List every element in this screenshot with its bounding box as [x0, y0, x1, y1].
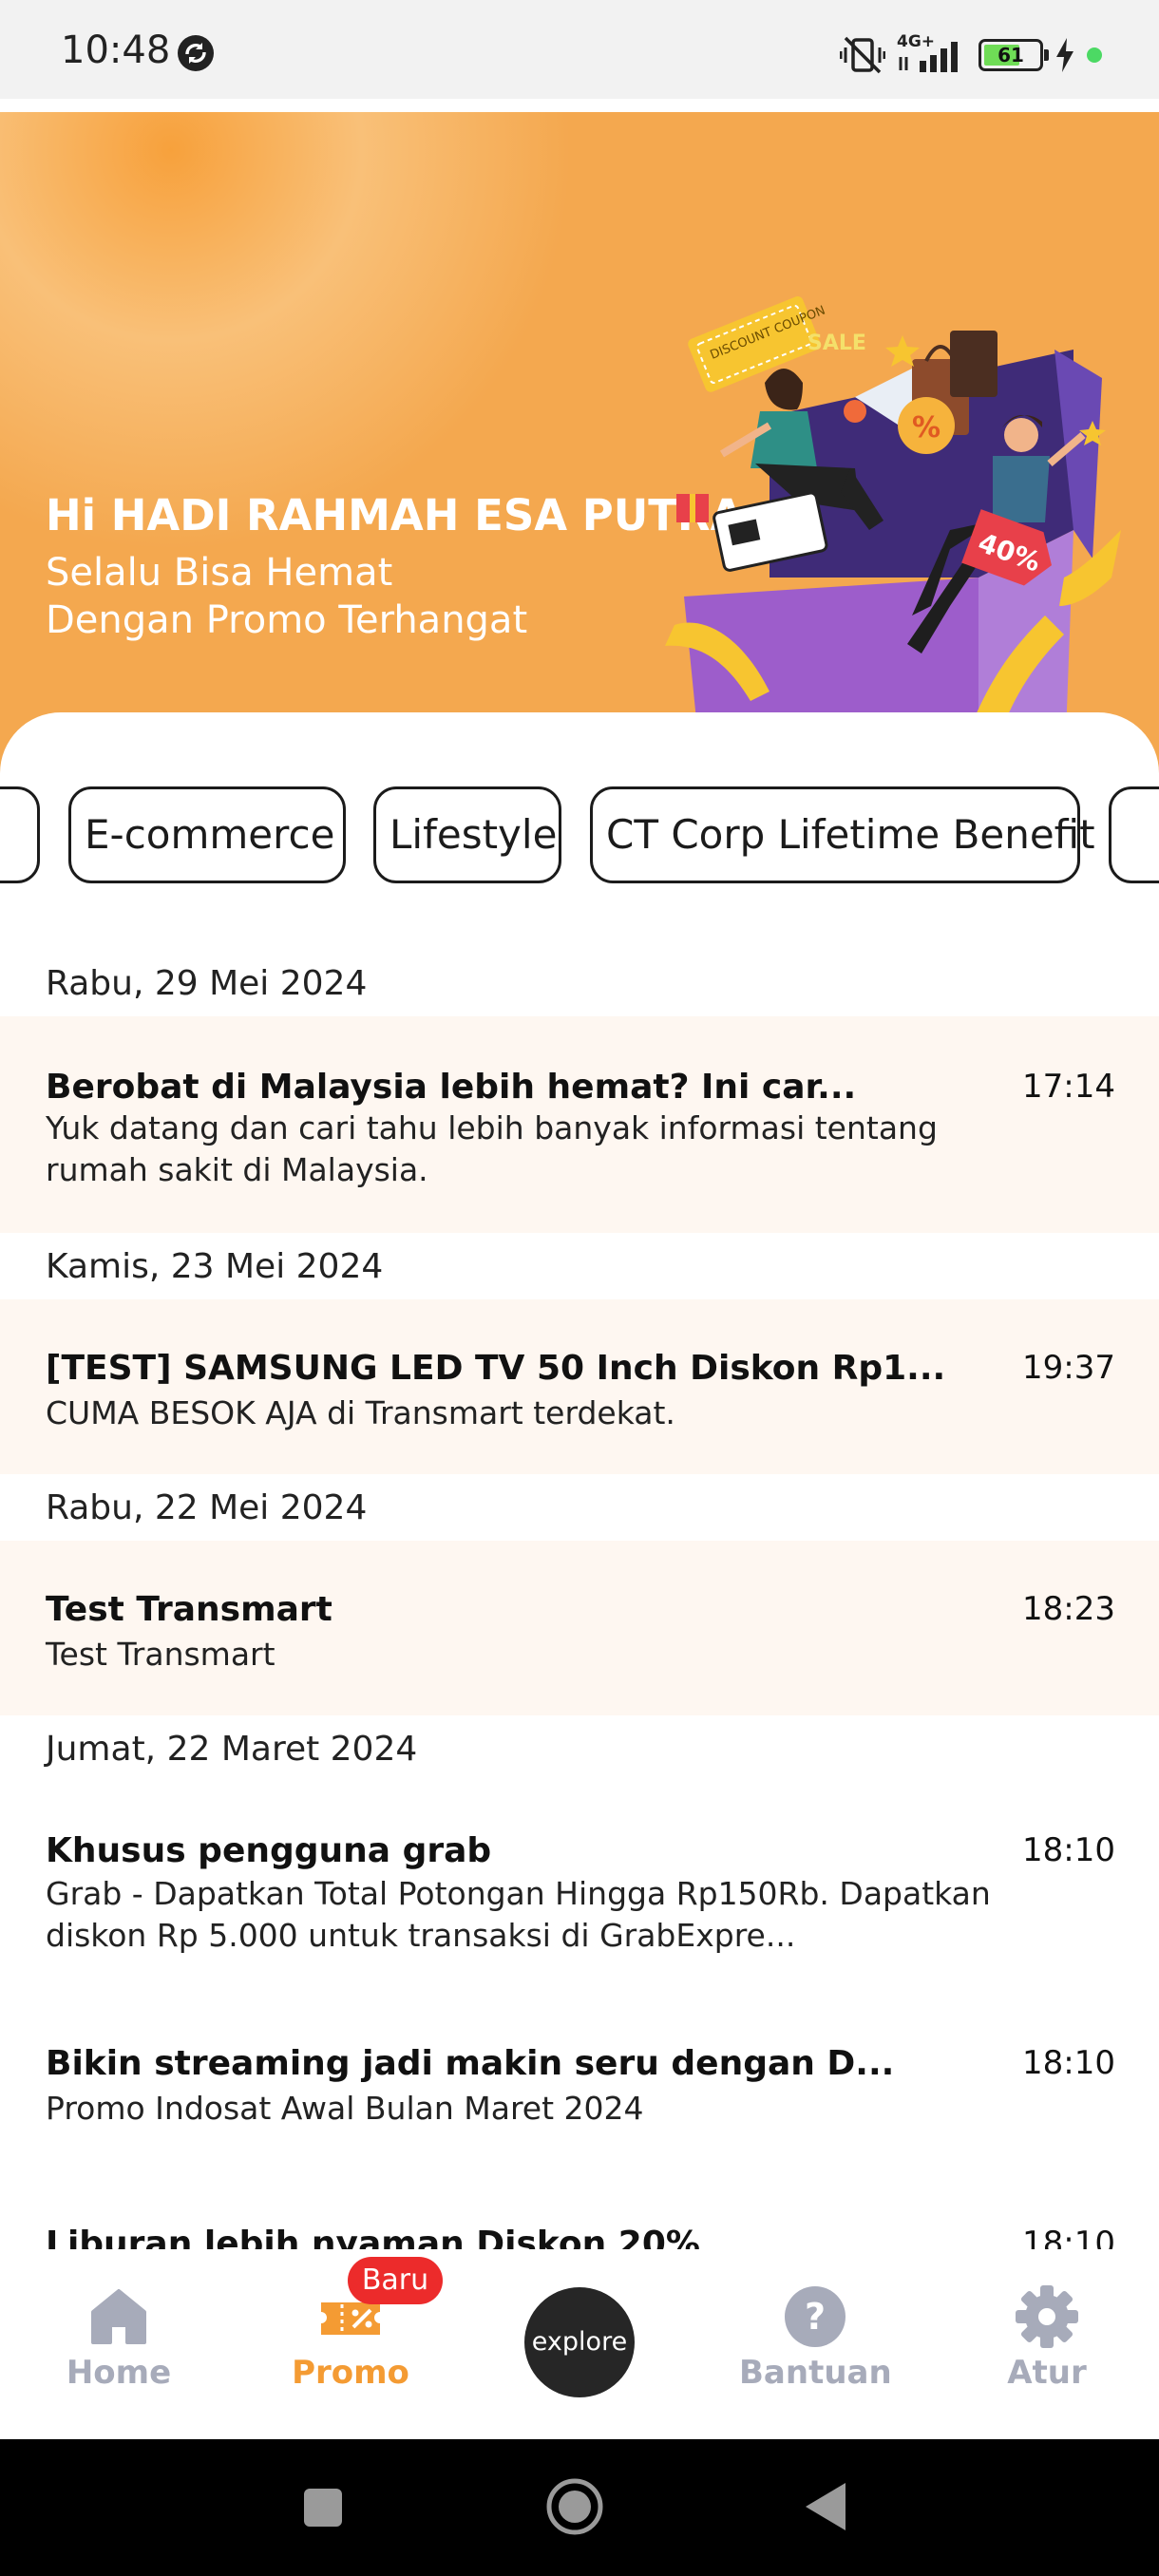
home-icon — [91, 2289, 146, 2344]
recent-apps-button[interactable] — [302, 2487, 344, 2529]
notification-title: Berobat di Malaysia lebih hemat? Ini car… — [46, 1068, 857, 1107]
signal-indicator: 4G+ — [897, 32, 967, 76]
date-header: Rabu, 22 Mei 2024 — [46, 1488, 368, 1527]
nav-home[interactable]: Home — [43, 2249, 195, 2439]
greeting-subtitle-line2: Dengan Promo Terhangat — [46, 598, 528, 642]
nav-help[interactable]: ? Bantuan — [739, 2249, 892, 2439]
notification-time: 18:23 — [1022, 1590, 1115, 1628]
notification-body: Test Transmart — [46, 1636, 276, 1673]
sync-icon — [178, 35, 214, 71]
category-chip-label: Lifestyle — [390, 811, 558, 858]
nav-help-label: Bantuan — [739, 2354, 892, 2392]
category-chip-lifestyle[interactable]: Lifestyle — [373, 786, 561, 883]
status-time: 10:48 — [61, 28, 171, 72]
notification-title: [TEST] SAMSUNG LED TV 50 Inch Diskon Rp1… — [46, 1349, 946, 1388]
notification-body: Promo Indosat Awal Bulan Maret 2024 — [46, 2090, 644, 2127]
battery-level: 61 — [998, 44, 1024, 66]
notification-time: 18:10 — [1022, 2225, 1115, 2249]
system-navigation-bar — [0, 2439, 1159, 2576]
notification-item[interactable]: Bikin streaming jadi makin seru dengan D… — [0, 2004, 1159, 2175]
notification-body: CUMA BESOK AJA di Transmart terdekat. — [46, 1394, 675, 1431]
notification-item[interactable]: Berobat di Malaysia lebih hemat? Ini car… — [0, 1016, 1159, 1233]
charging-icon — [1056, 38, 1074, 72]
nav-promo-label: Promo — [292, 2354, 409, 2392]
notification-time: 17:14 — [1022, 1068, 1115, 1106]
notification-title: Bikin streaming jadi makin seru dengan D… — [46, 2044, 895, 2083]
category-chip-ct-corp-lifetime-benefit[interactable]: CT Corp Lifetime Benefit — [590, 786, 1095, 883]
category-chip-ecommerce[interactable]: E-commerce — [68, 786, 346, 883]
notification-title: Khusus pengguna grab — [46, 1831, 492, 1870]
notification-time: 18:10 — [1022, 2044, 1115, 2082]
status-icons: 4G+ 61 — [840, 32, 1102, 76]
notification-body: Grab - Dapatkan Total Potongan Hingga Rp… — [46, 1875, 991, 1954]
category-chip-previous[interactable] — [0, 786, 40, 883]
category-filter-bar[interactable]: E-commerce Lifestyle CT Corp Lifetime Be… — [0, 786, 1159, 889]
nav-home-label: Home — [66, 2354, 172, 2392]
greeting-subtitle-line1: Selalu Bisa Hemat — [46, 551, 393, 595]
battery-icon: 61 — [978, 39, 1049, 71]
date-header: Rabu, 29 Mei 2024 — [46, 964, 368, 1003]
sale-text: SALE — [808, 331, 866, 355]
greeting-title: Hi HADI RAHMAH ESA PUTRA — [46, 490, 744, 540]
notification-item[interactable]: [TEST] SAMSUNG LED TV 50 Inch Diskon Rp1… — [0, 1299, 1159, 1474]
vibrate-off-icon — [840, 36, 885, 74]
privacy-indicator-dot — [1087, 47, 1102, 63]
notification-body: Yuk datang dan cari tahu lebih banyak in… — [46, 1109, 938, 1188]
notification-title: Test Transmart — [46, 1590, 332, 1629]
date-header: Jumat, 22 Maret 2024 — [46, 1730, 418, 1769]
category-chip-label: E-commerce — [85, 811, 335, 858]
promo-gift-box-illustration: DISCOUNT COUPON SALE % 40% — [665, 296, 1121, 777]
notification-item[interactable]: Test Transmart 18:23 Test Transmart — [0, 1541, 1159, 1715]
category-chip-next[interactable] — [1109, 786, 1159, 883]
back-button[interactable] — [804, 2481, 847, 2532]
notification-time: 19:37 — [1022, 1349, 1115, 1387]
explore-button[interactable]: explore — [524, 2287, 635, 2397]
date-header: Kamis, 23 Mei 2024 — [46, 1247, 384, 1286]
notification-item[interactable]: Liburan lebih nyaman Diskon 20% 18:10 — [0, 2175, 1159, 2249]
notification-item[interactable]: Khusus pengguna grab 18:10 Grab - Dapatk… — [0, 1782, 1159, 1991]
help-icon: ? — [785, 2286, 846, 2347]
nav-settings-label: Atur — [1007, 2354, 1087, 2392]
promo-hero-banner: Hi HADI RAHMAH ESA PUTRA Selalu Bisa Hem… — [0, 112, 1159, 777]
signal-icon — [899, 42, 958, 72]
nav-settings[interactable]: Atur — [971, 2249, 1123, 2439]
home-button[interactable] — [545, 2477, 604, 2536]
gear-icon — [1016, 2285, 1078, 2348]
notification-time: 18:10 — [1022, 1831, 1115, 1869]
notification-title: Liburan lebih nyaman Diskon 20% — [46, 2225, 700, 2249]
promo-new-badge: Baru — [348, 2257, 443, 2304]
category-chip-label: CT Corp Lifetime Benefit — [606, 811, 1095, 858]
status-bar: 10:48 4G+ 61 — [0, 0, 1159, 99]
svg-text:%: % — [912, 411, 940, 445]
svg-text:?: ? — [805, 2296, 826, 2338]
